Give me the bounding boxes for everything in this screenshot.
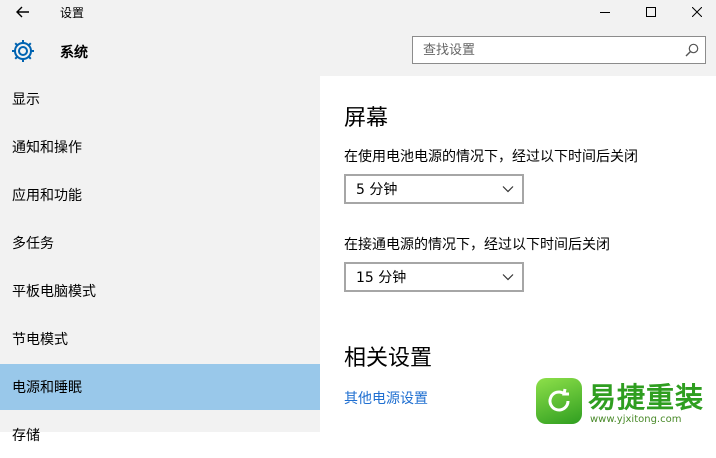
battery-timeout-label: 在使用电池电源的情况下，经过以下时间后关闭	[344, 149, 638, 165]
plugged-timeout-label: 在接通电源的情况下，经过以下时间后关闭	[344, 237, 610, 253]
maximize-icon	[646, 7, 656, 17]
sidebar-item-label: 应用和功能	[12, 188, 82, 204]
sidebar-item-label: 通知和操作	[12, 140, 82, 156]
dropdown-value: 5 分钟	[356, 182, 398, 198]
sidebar-item-power-sleep[interactable]: 电源和睡眠	[0, 364, 320, 410]
sidebar-item-battery-saver[interactable]: 节电模式	[0, 316, 320, 362]
search-box[interactable]	[412, 36, 706, 64]
sidebar-item-label: 多任务	[12, 236, 54, 252]
dropdown-value: 15 分钟	[356, 270, 407, 286]
battery-timeout-dropdown[interactable]: 5 分钟	[344, 174, 524, 204]
settings-header: 系统	[0, 24, 716, 76]
maximize-button[interactable]	[628, 0, 674, 24]
search-input[interactable]	[413, 37, 675, 63]
close-button[interactable]	[674, 0, 716, 24]
watermark-url: www.yjxitong.com	[590, 414, 682, 425]
sidebar-item-label: 存储	[12, 428, 40, 444]
sidebar-item-storage[interactable]: 存储	[0, 412, 320, 458]
sidebar-item-label: 平板电脑模式	[12, 284, 96, 300]
sidebar-item-label: 显示	[12, 92, 40, 108]
sidebar-item-tablet-mode[interactable]: 平板电脑模式	[0, 268, 320, 314]
chevron-down-icon	[502, 186, 514, 193]
window-title: 设置	[60, 6, 85, 20]
chevron-down-icon	[502, 274, 514, 281]
sidebar-item-multitasking[interactable]: 多任务	[0, 220, 320, 266]
sidebar-item-label: 节电模式	[12, 332, 68, 348]
other-power-settings-link[interactable]: 其他电源设置	[344, 388, 428, 408]
minimize-button[interactable]	[582, 0, 628, 24]
plugged-timeout-dropdown[interactable]: 15 分钟	[344, 262, 524, 292]
watermark-text: 易捷重装	[588, 381, 705, 414]
screen-heading: 屏幕	[344, 106, 389, 131]
watermark-logo	[536, 378, 582, 424]
sidebar-item-apps[interactable]: 应用和功能	[0, 172, 320, 218]
title-bar: 设置	[0, 0, 716, 24]
sidebar: 显示 通知和操作 应用和功能 多任务 平板电脑模式 节电模式 电源和睡眠 存储	[0, 76, 320, 444]
gear-icon	[12, 40, 34, 62]
back-button[interactable]	[14, 3, 32, 21]
sidebar-item-notifications[interactable]: 通知和操作	[0, 124, 320, 170]
close-icon	[692, 7, 702, 17]
page-title: 系统	[60, 45, 88, 61]
search-icon[interactable]	[685, 43, 699, 57]
related-settings-heading: 相关设置	[344, 346, 433, 371]
sidebar-item-display[interactable]: 显示	[0, 76, 320, 122]
refresh-icon	[548, 388, 570, 412]
watermark: 易捷重装 www.yjxitong.com	[532, 376, 716, 432]
minimize-icon	[600, 12, 610, 13]
back-arrow-icon	[16, 6, 29, 18]
sidebar-item-label: 电源和睡眠	[12, 380, 82, 396]
